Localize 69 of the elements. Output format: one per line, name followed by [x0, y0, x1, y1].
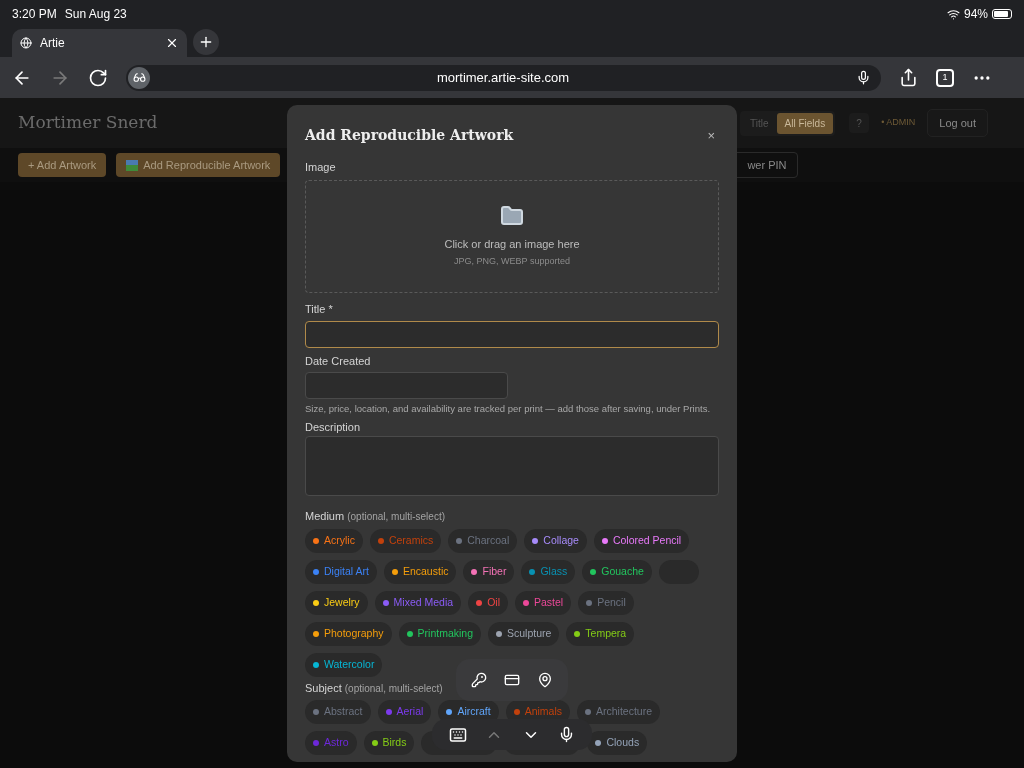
- tag-chip[interactable]: Charcoal: [448, 528, 518, 553]
- close-icon[interactable]: [165, 36, 179, 50]
- tag-chip[interactable]: Acrylic: [305, 528, 363, 553]
- site-title: Mortimer Snerd: [18, 111, 158, 135]
- tag-chip[interactable]: Architecture: [577, 700, 661, 725]
- tag-chip[interactable]: Colored Pencil: [593, 528, 690, 553]
- tag-chip[interactable]: Abstract: [305, 700, 371, 725]
- field-label: Description: [305, 419, 362, 435]
- tag-chip[interactable]: Photography: [305, 621, 392, 646]
- tag-chip[interactable]: Collage: [524, 528, 587, 553]
- tag-chip[interactable]: Pencil: [578, 590, 634, 615]
- url-text: mortimer.artie-site.com: [435, 68, 571, 87]
- tag-chip[interactable]: Sculpture: [488, 621, 560, 646]
- field-label: Date Created: [305, 354, 372, 369]
- mode-tab[interactable]: All Fields: [776, 112, 834, 134]
- wifi-icon: [946, 7, 960, 21]
- action-button[interactable]: Add Reproducible Artwork: [116, 152, 281, 178]
- location-pin-icon[interactable]: [537, 672, 554, 688]
- tag-chip[interactable]: Printmaking: [398, 621, 481, 646]
- card-icon[interactable]: [504, 672, 520, 688]
- dropzone-formats: JPG, PNG, WEBP supported: [454, 255, 570, 268]
- picture-icon: [126, 159, 139, 171]
- battery-level: 94%: [963, 6, 988, 23]
- field-label: Image: [305, 160, 337, 175]
- date-input[interactable]: [305, 371, 508, 399]
- field-label: Medium (optional, multi-select): [305, 509, 445, 525]
- tag-chip[interactable]: Oil: [468, 590, 508, 615]
- role-label: • ADMIN: [881, 116, 916, 130]
- key-icon[interactable]: [470, 672, 487, 688]
- tag-chip[interactable]: Mixed Media: [374, 590, 462, 615]
- tag-chip[interactable]: Gouache: [582, 559, 652, 584]
- tag-chip[interactable]: Tempera: [566, 621, 635, 646]
- field-label: Title *: [305, 301, 334, 317]
- dropzone-prompt: Click or drag an image here: [444, 236, 580, 252]
- tag-chip[interactable]: Fiber: [463, 559, 515, 584]
- tag-chip[interactable]: Digital Art: [305, 559, 377, 584]
- title-input[interactable]: [305, 321, 719, 348]
- tag-chip[interactable]: Clouds: [587, 731, 648, 756]
- share-icon[interactable]: [899, 68, 918, 87]
- action-button[interactable]: + Add Artwork: [18, 152, 107, 178]
- tag-chip[interactable]: Encaustic: [383, 559, 457, 584]
- status-time: 3:20 PM: [12, 6, 57, 23]
- browser-tab[interactable]: Artie: [12, 29, 187, 57]
- tag-chip[interactable]: Watercolor: [305, 652, 383, 677]
- tab-count[interactable]: 1: [936, 68, 954, 87]
- address-bar[interactable]: mortimer.artie-site.com: [126, 64, 881, 91]
- close-button[interactable]: ×: [707, 125, 715, 146]
- logout-button[interactable]: Log out: [927, 108, 988, 138]
- tab-title: Artie: [40, 35, 65, 52]
- tag-chip[interactable]: Jewelry: [305, 590, 368, 615]
- image-dropzone[interactable]: Click or drag an image here JPG, PNG, WEBP supported: [305, 179, 719, 293]
- tag-chip[interactable]: Ceramics: [369, 528, 442, 553]
- tag-chip[interactable]: Pastel: [514, 590, 572, 615]
- folder-icon: [500, 203, 524, 228]
- field-label: Subject (optional, multi-select): [305, 680, 443, 696]
- globe-icon: [20, 37, 32, 49]
- new-tab-button[interactable]: [193, 29, 219, 55]
- tag-chip[interactable]: Birds: [363, 731, 415, 756]
- tag-chip[interactable]: Glass: [521, 559, 576, 584]
- description-input[interactable]: [305, 436, 719, 497]
- incognito-icon: [128, 66, 150, 89]
- status-date: Sun Aug 23: [64, 6, 127, 23]
- help-text: Size, price, location, and availability are tracked per print — add those after saving, under Prints.: [305, 401, 712, 416]
- plus-icon: [198, 34, 214, 50]
- reload-icon[interactable]: [88, 67, 108, 88]
- microphone-icon[interactable]: [856, 70, 871, 85]
- modal-title: Add Reproducible Artwork: [305, 126, 514, 145]
- battery-icon: [992, 9, 1012, 19]
- keyboard-icon[interactable]: [449, 725, 468, 744]
